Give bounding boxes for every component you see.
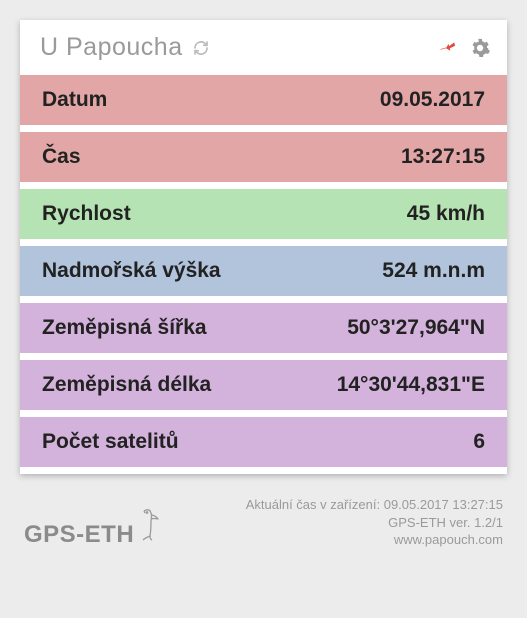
row-satellites-value: 6 [473, 430, 485, 454]
row-longitude-label: Zeměpisná délka [42, 373, 211, 397]
footer-info: Aktuální čas v zařízení: 09.05.2017 13:2… [246, 496, 503, 549]
row-date-label: Datum [42, 88, 107, 112]
pin-icon[interactable] [439, 38, 459, 58]
row-latitude-value: 50°3'27,964"N [347, 316, 485, 340]
parrot-icon [136, 508, 162, 549]
row-altitude: Nadmořská výška 524 m.n.m [20, 246, 507, 296]
data-rows: Datum 09.05.2017 Čas 13:27:15 Rychlost 4… [20, 75, 507, 474]
row-longitude: Zeměpisná délka 14°30'44,831"E [20, 360, 507, 410]
row-satellites: Počet satelitů 6 [20, 417, 507, 467]
gear-icon[interactable] [469, 37, 491, 59]
row-time: Čas 13:27:15 [20, 132, 507, 182]
refresh-icon[interactable] [193, 40, 209, 56]
row-time-value: 13:27:15 [401, 145, 485, 169]
row-time-label: Čas [42, 145, 81, 169]
row-altitude-label: Nadmořská výška [42, 259, 221, 283]
row-latitude: Zeměpisná šířka 50°3'27,964"N [20, 303, 507, 353]
gps-card: U Papoucha Datum 09.05.2017 [20, 20, 507, 474]
row-altitude-value: 524 m.n.m [382, 259, 485, 283]
footer-version: GPS-ETH ver. 1.2/1 [246, 514, 503, 532]
row-speed: Rychlost 45 km/h [20, 189, 507, 239]
footer-device-time: Aktuální čas v zařízení: 09.05.2017 13:2… [246, 496, 503, 514]
product-logo-text: GPS-ETH [24, 521, 134, 549]
footer: GPS-ETH Aktuální čas v zařízení: 09.05.2… [20, 496, 507, 549]
row-speed-value: 45 km/h [407, 202, 485, 226]
row-speed-label: Rychlost [42, 202, 131, 226]
row-latitude-label: Zeměpisná šířka [42, 316, 207, 340]
row-date-value: 09.05.2017 [380, 88, 485, 112]
row-date: Datum 09.05.2017 [20, 75, 507, 125]
row-longitude-value: 14°30'44,831"E [337, 373, 485, 397]
row-satellites-label: Počet satelitů [42, 430, 179, 454]
product-logo: GPS-ETH [24, 508, 162, 549]
card-header: U Papoucha [20, 20, 507, 75]
footer-url: www.papouch.com [246, 531, 503, 549]
card-title: U Papoucha [40, 33, 183, 62]
